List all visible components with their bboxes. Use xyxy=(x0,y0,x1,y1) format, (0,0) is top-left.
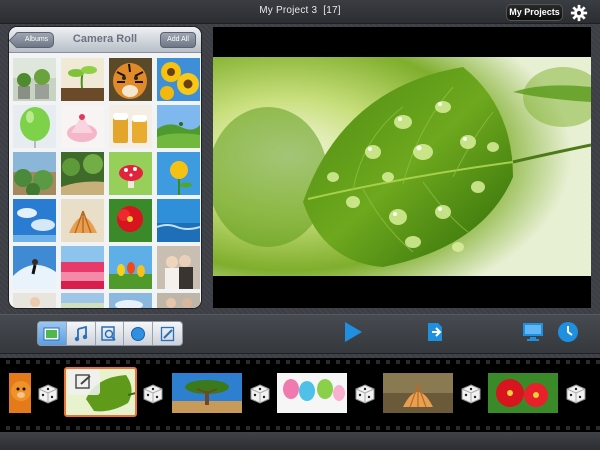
media-type-segmented-control xyxy=(37,321,183,346)
thumbnail-tiger[interactable] xyxy=(109,58,152,101)
title-bar: My Project 3 [17] My Projects xyxy=(0,0,600,24)
thumbnail-sunflowers[interactable] xyxy=(157,58,200,101)
music-note-icon xyxy=(74,325,87,341)
bottom-bar xyxy=(0,432,600,450)
thumbnail-landscape[interactable] xyxy=(61,293,104,308)
media-browser-panel: Albums Camera Roll Add All xyxy=(9,27,201,308)
pencil-edit-icon xyxy=(75,374,91,389)
clip-count: [17] xyxy=(323,5,341,16)
thumbnail-grid xyxy=(13,58,200,308)
clip-seashell[interactable] xyxy=(383,373,453,413)
search-tab[interactable] xyxy=(96,322,125,345)
export-icon[interactable] xyxy=(425,321,447,343)
thumbnail-mushroom[interactable] xyxy=(109,152,152,195)
dice-icon[interactable] xyxy=(355,384,375,404)
circle-tab[interactable] xyxy=(124,322,154,345)
my-projects-button[interactable]: My Projects xyxy=(506,4,563,21)
monitor-icon[interactable] xyxy=(522,322,544,342)
photo-icon xyxy=(43,327,60,340)
circle-icon xyxy=(131,326,146,341)
thumbnail-beer-mugs[interactable] xyxy=(109,105,152,148)
thumbnail-surfer[interactable] xyxy=(13,246,56,289)
thumbnail-garden-path[interactable] xyxy=(61,152,104,195)
thumbnail-green-hills[interactable] xyxy=(157,105,200,148)
play-icon[interactable] xyxy=(343,321,363,343)
thumbnail-blue-water[interactable] xyxy=(157,199,200,242)
thumbnail-seashell[interactable] xyxy=(61,199,104,242)
clip-teddy-bear[interactable] xyxy=(9,373,31,413)
gear-icon[interactable] xyxy=(570,4,588,22)
clip-dragon-tree[interactable] xyxy=(172,373,242,413)
thumbnail-tulips[interactable] xyxy=(109,246,152,289)
dice-icon[interactable] xyxy=(38,384,58,404)
thumbnail-potted-plants[interactable] xyxy=(13,58,56,101)
thumbnail-person[interactable] xyxy=(13,293,56,308)
clip-balloons[interactable] xyxy=(277,373,347,413)
thumbnail-tulip-field[interactable] xyxy=(61,246,104,289)
project-name: My Project 3 xyxy=(259,5,318,16)
thumbnail-blue-sky[interactable] xyxy=(13,199,56,242)
thumbnail-sky[interactable] xyxy=(109,293,152,308)
edit-clip-button[interactable] xyxy=(68,369,100,395)
preview-image xyxy=(208,27,600,308)
clip-red-flower[interactable] xyxy=(488,373,558,413)
film-perforations-bottom xyxy=(0,426,600,430)
thumbnail-yellow-flower[interactable] xyxy=(157,152,200,195)
dice-icon[interactable] xyxy=(250,384,270,404)
browser-header: Albums Camera Roll Add All xyxy=(9,27,201,53)
thumbnail-red-flower[interactable] xyxy=(109,199,152,242)
film-perforations-top xyxy=(0,360,600,364)
dice-icon[interactable] xyxy=(566,384,586,404)
magnifier-icon xyxy=(101,325,117,341)
thumbnail-pink-cake[interactable] xyxy=(61,105,104,148)
dice-icon[interactable] xyxy=(143,384,163,404)
clock-icon[interactable] xyxy=(557,321,579,343)
thumbnail-green-balloon[interactable] xyxy=(13,105,56,148)
music-tab[interactable] xyxy=(67,322,96,345)
thumbnail-cactus-field[interactable] xyxy=(13,152,56,195)
dice-icon[interactable] xyxy=(461,384,481,404)
photo-tab[interactable] xyxy=(38,322,67,345)
thumbnail-green-sprout[interactable] xyxy=(61,58,104,101)
albums-back-button[interactable]: Albums xyxy=(15,32,54,48)
preview-viewer[interactable] xyxy=(208,27,600,308)
edit-tab[interactable] xyxy=(153,322,182,345)
thumbnail-couple-photo[interactable] xyxy=(157,246,200,289)
thumbnail-people[interactable] xyxy=(157,293,200,308)
pencil-icon xyxy=(160,326,174,341)
browser-title: Camera Roll xyxy=(72,33,138,45)
add-all-button[interactable]: Add All xyxy=(160,32,196,48)
